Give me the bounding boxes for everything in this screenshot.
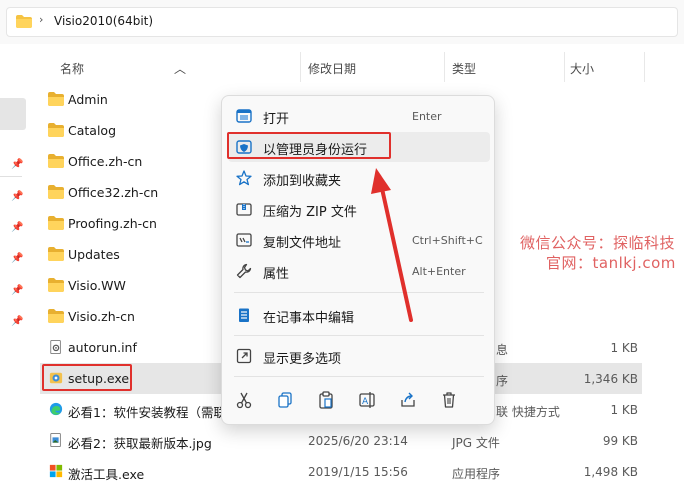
- watermark-website: 官网：tanlkj.com: [546, 254, 676, 272]
- watermark-wechat: 微信公众号：探临科技: [520, 234, 676, 252]
